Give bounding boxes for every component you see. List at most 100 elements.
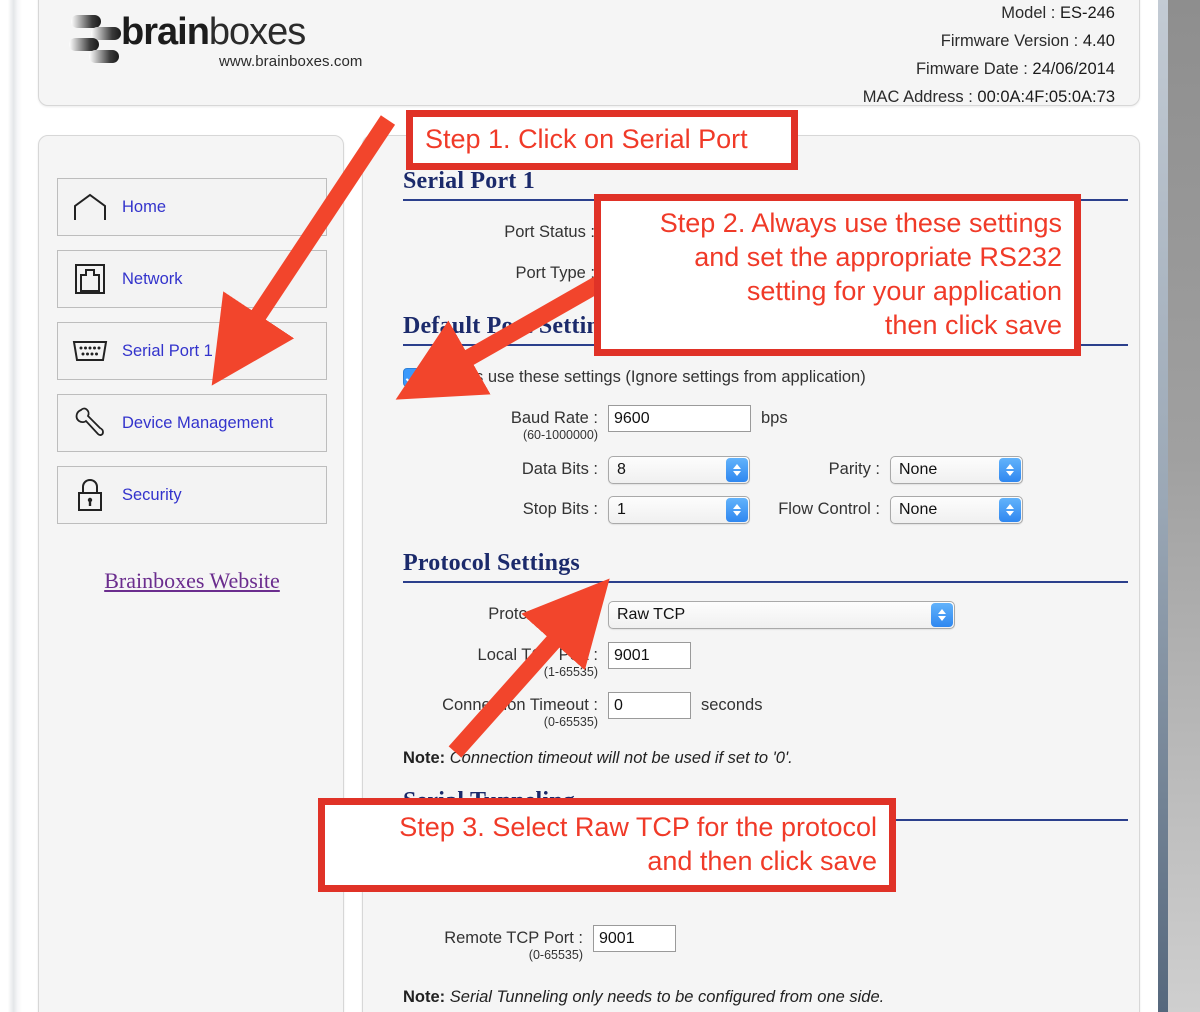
sidebar-item-label-device-management: Device Management [122,413,274,432]
mac-address-label: MAC Address : [862,88,973,106]
protocol-note-prefix: Note: [403,749,446,767]
firmware-date-label: Fimware Date : [915,60,1028,78]
annotation-step-3-line-2: and then click save [647,846,877,876]
parity-label: Parity : [828,460,880,478]
model-label: Model : [1001,4,1056,22]
port-type-label: Port Type : [515,264,596,282]
protocol-type-label: Protocol Type : [488,605,598,623]
protocol-type-select[interactable]: Raw TCP [608,601,955,629]
baud-rate-row: Baud Rate : (60-1000000) bps [403,405,1103,442]
parity-value: None [899,461,938,478]
sidebar-item-device-management[interactable]: Device Management [57,394,327,452]
protocol-type-value: Raw TCP [617,606,686,623]
model-value: ES-246 [1059,4,1115,22]
serial-tunneling-note-prefix: Note: [403,988,446,1006]
protocol-settings-heading: Protocol Settings [403,550,580,576]
ethernet-port-icon [58,263,122,295]
padlock-icon [58,478,122,512]
browser-left-edge [0,0,22,1012]
sidebar-item-label-security: Security [122,485,182,504]
sidebar-item-serial-port-1[interactable]: Serial Port 1 [57,322,327,380]
connection-timeout-label-text: Connection Timeout : [442,696,598,714]
parity-stepper-icon[interactable] [999,458,1021,482]
flow-control-select[interactable]: None [890,496,1023,524]
connection-timeout-unit: seconds [701,696,763,714]
data-bits-value: 8 [617,461,626,478]
stop-bits-label: Stop Bits : [522,500,598,518]
house-icon [58,192,122,222]
baud-rate-input[interactable] [608,405,751,432]
sidebar-item-home[interactable]: Home [57,178,327,236]
firmware-version-value: 4.40 [1082,32,1115,50]
remote-tcp-port-label: Remote TCP Port : (0-65535) [403,925,593,962]
remote-tcp-port-label-text: Remote TCP Port : [444,929,583,947]
logo-website-url: www.brainboxes.com [219,53,363,70]
baud-rate-label: Baud Rate : (60-1000000) [403,405,608,442]
connection-timeout-row: Connection Timeout : (0-65535) seconds [403,692,1103,729]
logo-wordmark-bold: brain [121,11,210,53]
protocol-settings-section: Protocol Settings Protocol Type : Raw TC… [403,550,1128,768]
firmware-version-label: Firmware Version : [940,32,1079,50]
stop-bits-flow-control-row: Stop Bits : 1 Flow Control : None [403,496,1103,524]
stop-bits-select[interactable]: 1 [608,496,750,524]
logo-wordmark-light: boxes [208,11,306,53]
serial-tunneling-note: Note: Serial Tunneling only needs to be … [403,988,1103,1007]
connection-timeout-input[interactable] [608,692,691,719]
sidebar-item-label-network: Network [122,269,183,288]
serial-tunneling-note-text: Serial Tunneling only needs to be config… [449,988,885,1006]
mac-address-value: 00:0A:4F:05:0A:73 [977,88,1115,106]
browser-right-border [1158,0,1168,1012]
connection-timeout-label: Connection Timeout : (0-65535) [403,692,608,729]
remote-tcp-port-range: (0-65535) [528,948,583,962]
sidebar-item-security[interactable]: Security [57,466,327,524]
device-info: Model : ES-246 Firmware Version : 4.40 F… [863,0,1115,111]
data-bits-parity-row: Data Bits : 8 Parity : None [403,456,1103,484]
baud-rate-unit: bps [761,409,788,427]
local-tcp-port-label: Local TCP Port : (1-65535) [403,642,608,679]
sidebar-item-network[interactable]: Network [57,250,327,308]
local-tcp-port-label-text: Local TCP Port : [477,646,598,664]
parity-select[interactable]: None [890,456,1023,484]
sidebar-panel: Home Network Serial Port 1 Device Manage… [38,135,344,1012]
protocol-note: Note: Connection timeout will not be use… [403,749,1103,768]
always-use-settings-label: Always use these settings (Ignore settin… [431,368,866,386]
header-panel: brainboxes www.brainboxes.com Model : ES… [38,0,1140,106]
always-use-settings-checkbox[interactable] [403,368,422,387]
annotation-step-2: Step 2. Always use these settings and se… [594,194,1081,356]
brainboxes-website-link[interactable]: Brainboxes Website [39,568,345,594]
local-tcp-port-range: (1-65535) [543,665,598,679]
data-bits-label: Data Bits : [521,460,598,478]
logo-wordmark: brainboxes [121,11,306,54]
baud-rate-label-text: Baud Rate : [510,409,598,427]
data-bits-stepper-icon[interactable] [726,458,748,482]
device-info-row-firmware-date: Fimware Date : 24/06/2014 [863,55,1115,83]
app-root: brainboxes www.brainboxes.com Model : ES… [0,0,1200,1012]
port-status-label: Port Status : [504,223,595,241]
sidebar-item-label-serial-port-1: Serial Port 1 [122,341,213,360]
annotation-step-3-line-1: Step 3. Select Raw TCP for the protocol [399,812,877,842]
local-tcp-port-row: Local TCP Port : (1-65535) [403,642,1103,679]
browser-right-chrome [1168,0,1200,1012]
annotation-step-1: Step 1. Click on Serial Port [406,110,798,170]
flow-control-stepper-icon[interactable] [999,498,1021,522]
local-tcp-port-input[interactable] [608,642,691,669]
stop-bits-stepper-icon[interactable] [726,498,748,522]
device-info-row-mac-address: MAC Address : 00:0A:4F:05:0A:73 [863,83,1115,111]
protocol-type-stepper-icon[interactable] [931,603,953,627]
sidebar-nav: Home Network Serial Port 1 Device Manage… [57,178,327,538]
serial-port-heading: Serial Port 1 [403,168,535,194]
sidebar-item-label-home: Home [122,197,167,216]
stop-bits-value: 1 [617,501,626,518]
protocol-settings-heading-rule [403,581,1128,583]
always-use-settings-row: Always use these settings (Ignore settin… [403,368,1103,387]
remote-tcp-port-input[interactable] [593,925,676,952]
annotation-step-2-line-3: setting for your application [746,276,1062,306]
annotation-step-2-line-4: then click save [884,310,1062,340]
firmware-date-value: 24/06/2014 [1032,60,1115,78]
device-info-row-model: Model : ES-246 [863,0,1115,27]
baud-rate-range: (60-1000000) [522,428,598,442]
data-bits-select[interactable]: 8 [608,456,750,484]
brainboxes-logo-mark-icon [69,15,121,65]
device-info-row-firmware-version: Firmware Version : 4.40 [863,27,1115,55]
annotation-step-3: Step 3. Select Raw TCP for the protocol … [318,798,896,892]
